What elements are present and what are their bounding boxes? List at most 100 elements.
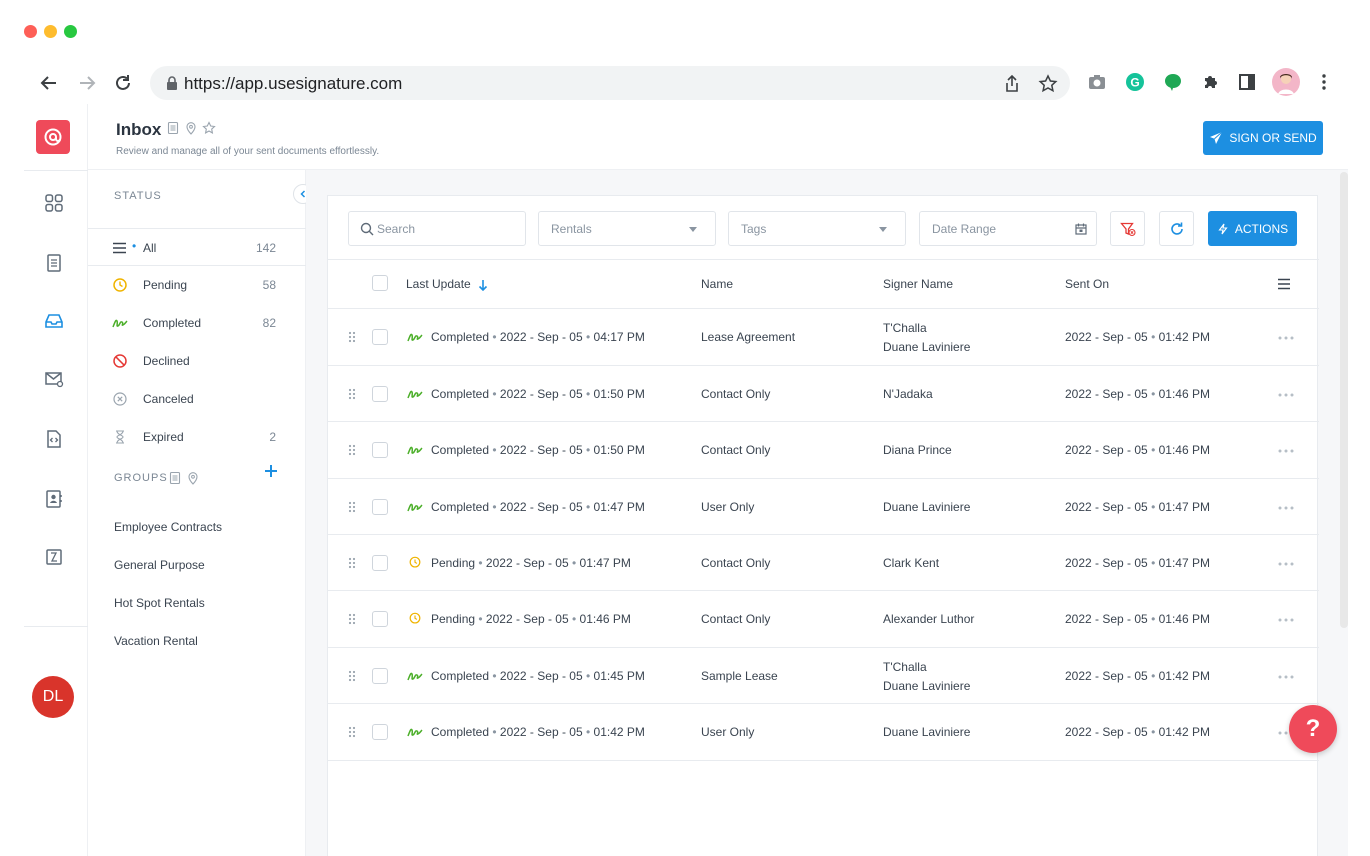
page-header: Inbox Review and manage all of your sent… (88, 104, 1348, 170)
status-item-declined[interactable]: Declined (88, 342, 306, 380)
camera-extension-icon[interactable] (1086, 71, 1108, 93)
table-row[interactable]: Completed • 2022 - Sep - 05 • 01:47 PM Us… (328, 479, 1319, 535)
table-row[interactable]: Completed • 2022 - Sep - 05 • 04:17 PM Le… (328, 309, 1319, 366)
row-checkbox[interactable] (372, 724, 388, 740)
row-document-name[interactable]: Contact Only (701, 612, 770, 626)
row-status: Completed (431, 500, 490, 514)
row-document-name[interactable]: Contact Only (701, 387, 770, 401)
row-document-name[interactable]: User Only (701, 725, 754, 739)
document-icon[interactable] (166, 121, 180, 135)
row-document-name[interactable]: User Only (701, 500, 754, 514)
puzzle-extensions-icon[interactable] (1200, 71, 1222, 93)
groups-document-icon[interactable] (168, 471, 182, 485)
status-item-all[interactable]: • All 142 (88, 228, 306, 266)
sign-or-send-button[interactable]: SIGN OR SEND (1203, 121, 1323, 155)
maximize-window-button[interactable] (64, 25, 77, 38)
grammarly-extension-icon[interactable]: G (1124, 71, 1146, 93)
status-item-expired[interactable]: Expired 2 (88, 418, 306, 456)
mail-settings-icon[interactable] (43, 368, 65, 390)
dashboard-icon[interactable] (43, 192, 65, 214)
group-item[interactable]: Hot Spot Rentals (114, 596, 205, 610)
column-menu-icon[interactable] (1277, 277, 1291, 291)
group-item[interactable]: General Purpose (114, 558, 205, 572)
back-button[interactable] (36, 70, 62, 96)
column-last-update[interactable]: Last Update (406, 277, 471, 291)
more-options-icon[interactable] (1278, 506, 1294, 510)
group-select[interactable]: Rentals (538, 211, 716, 246)
side-panel-icon[interactable] (1236, 71, 1258, 93)
actions-button[interactable]: ACTIONS (1208, 211, 1297, 246)
forward-button[interactable] (74, 70, 100, 96)
status-item-completed[interactable]: Completed 82 (88, 304, 306, 342)
groups-location-pin-icon[interactable] (186, 471, 200, 485)
more-options-icon[interactable] (1278, 675, 1294, 679)
column-name[interactable]: Name (701, 277, 733, 291)
table-row[interactable]: Completed • 2022 - Sep - 05 • 01:42 PM Us… (328, 704, 1319, 761)
contacts-icon[interactable] (43, 488, 65, 510)
documents-icon[interactable] (43, 252, 65, 274)
drag-handle-icon[interactable] (348, 444, 356, 456)
help-button[interactable]: ? (1289, 705, 1337, 753)
more-options-icon[interactable] (1278, 449, 1294, 453)
group-item[interactable]: Vacation Rental (114, 634, 198, 648)
browser-menu-icon[interactable] (1313, 71, 1335, 93)
status-item-canceled[interactable]: Canceled (88, 380, 306, 418)
table-row[interactable]: Completed • 2022 - Sep - 05 • 01:45 PM Sa… (328, 648, 1319, 704)
favorite-star-icon[interactable] (202, 121, 216, 135)
drag-handle-icon[interactable] (348, 557, 356, 569)
column-signer-name[interactable]: Signer Name (883, 277, 953, 291)
drag-handle-icon[interactable] (348, 613, 356, 625)
share-icon[interactable] (1002, 74, 1022, 94)
close-window-button[interactable] (24, 25, 37, 38)
row-checkbox[interactable] (372, 668, 388, 684)
clear-filter-button[interactable] (1110, 211, 1145, 246)
location-pin-icon[interactable] (184, 121, 198, 135)
row-sent-time: 01:46 PM (1158, 443, 1210, 457)
drag-handle-icon[interactable] (348, 726, 356, 738)
table-row[interactable]: Completed • 2022 - Sep - 05 • 01:50 PM Co… (328, 422, 1319, 479)
refresh-button[interactable] (1159, 211, 1194, 246)
code-file-icon[interactable] (43, 428, 65, 450)
drag-handle-icon[interactable] (348, 331, 356, 343)
app-logo[interactable] (36, 120, 70, 154)
group-item[interactable]: Employee Contracts (114, 520, 222, 534)
page-scrollbar[interactable] (1340, 172, 1348, 628)
more-options-icon[interactable] (1278, 336, 1294, 340)
more-options-icon[interactable] (1278, 393, 1294, 397)
profile-avatar-icon[interactable] (1272, 68, 1300, 96)
table-row[interactable]: Completed • 2022 - Sep - 05 • 01:50 PM Co… (328, 366, 1319, 422)
row-document-name[interactable]: Contact Only (701, 556, 770, 570)
drag-handle-icon[interactable] (348, 670, 356, 682)
drag-handle-icon[interactable] (348, 388, 356, 400)
add-group-icon[interactable] (264, 464, 278, 478)
more-options-icon[interactable] (1278, 562, 1294, 566)
minimize-window-button[interactable] (44, 25, 57, 38)
select-all-checkbox[interactable] (372, 275, 388, 291)
row-checkbox[interactable] (372, 555, 388, 571)
reload-button[interactable] (110, 70, 136, 96)
date-range-input[interactable]: Date Range (919, 211, 1097, 246)
row-document-name[interactable]: Contact Only (701, 443, 770, 457)
status-item-pending[interactable]: Pending 58 (88, 266, 306, 304)
sort-down-icon[interactable] (478, 279, 488, 291)
row-checkbox[interactable] (372, 611, 388, 627)
address-bar[interactable]: https://app.usesignature.com (150, 66, 1070, 100)
user-avatar[interactable]: DL (32, 676, 74, 718)
row-checkbox[interactable] (372, 329, 388, 345)
templates-icon[interactable] (43, 546, 65, 568)
row-document-name[interactable]: Lease Agreement (701, 330, 795, 344)
drag-handle-icon[interactable] (348, 501, 356, 513)
inbox-icon[interactable] (43, 310, 65, 332)
table-row[interactable]: Pending • 2022 - Sep - 05 • 01:47 PM Cont… (328, 535, 1319, 591)
row-checkbox[interactable] (372, 386, 388, 402)
table-row[interactable]: Pending • 2022 - Sep - 05 • 01:46 PM Cont… (328, 591, 1319, 648)
row-checkbox[interactable] (372, 499, 388, 515)
bookmark-star-icon[interactable] (1038, 74, 1058, 94)
tags-select[interactable]: Tags (728, 211, 906, 246)
row-document-name[interactable]: Sample Lease (701, 669, 778, 683)
more-options-icon[interactable] (1278, 618, 1294, 622)
search-input[interactable]: Search (348, 211, 526, 246)
column-sent-on[interactable]: Sent On (1065, 277, 1109, 291)
row-checkbox[interactable] (372, 442, 388, 458)
chat-extension-icon[interactable] (1162, 71, 1184, 93)
